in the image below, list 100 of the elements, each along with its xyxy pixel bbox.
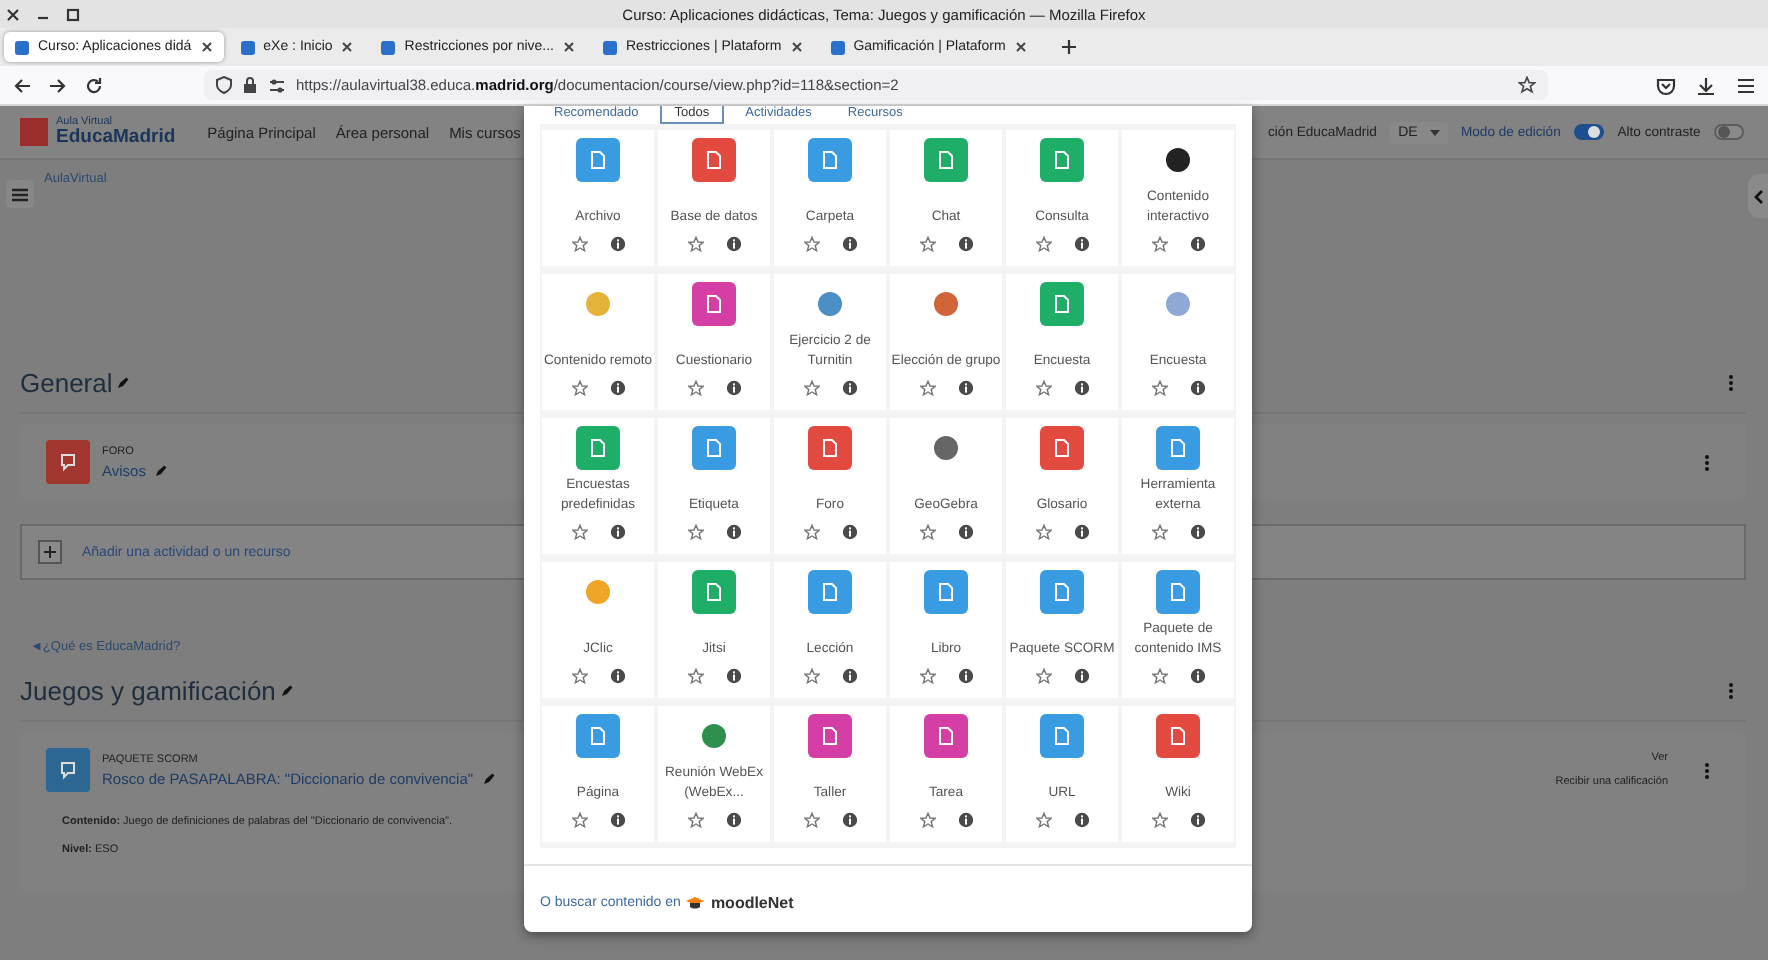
star-icon[interactable] xyxy=(1151,380,1167,396)
download-icon[interactable] xyxy=(1696,75,1716,95)
star-icon[interactable] xyxy=(687,236,703,252)
info-icon[interactable] xyxy=(957,524,973,540)
section-title: General xyxy=(20,367,113,397)
info-icon[interactable] xyxy=(841,668,857,684)
info-icon[interactable] xyxy=(725,812,741,828)
star-icon[interactable] xyxy=(1151,812,1167,828)
info-icon[interactable] xyxy=(609,380,625,396)
info-icon[interactable] xyxy=(1189,812,1205,828)
star-icon[interactable] xyxy=(1035,668,1051,684)
close-icon[interactable] xyxy=(340,40,355,54)
star-icon[interactable] xyxy=(919,380,935,396)
star-icon[interactable] xyxy=(1035,380,1051,396)
star-icon[interactable] xyxy=(571,668,587,684)
star-icon[interactable] xyxy=(803,668,819,684)
sliders-icon[interactable] xyxy=(268,77,286,93)
toggle-switch[interactable] xyxy=(1574,124,1605,140)
info-icon[interactable] xyxy=(725,668,741,684)
pocket-icon[interactable] xyxy=(1656,75,1676,95)
info-icon[interactable] xyxy=(1073,380,1089,396)
plus-icon[interactable] xyxy=(1059,38,1078,56)
pencil-icon[interactable] xyxy=(481,771,496,785)
more-options-icon[interactable] xyxy=(1728,373,1734,391)
star-icon[interactable] xyxy=(687,668,703,684)
info-icon[interactable] xyxy=(1073,668,1089,684)
info-icon[interactable] xyxy=(841,524,857,540)
star-icon[interactable] xyxy=(687,380,703,396)
menu-icon[interactable] xyxy=(1736,75,1756,95)
more-options-icon[interactable] xyxy=(1704,453,1710,471)
pencil-icon[interactable] xyxy=(279,683,294,697)
star-icon[interactable] xyxy=(1151,236,1167,252)
back-arrow-icon[interactable] xyxy=(12,75,32,95)
info-icon[interactable] xyxy=(957,812,973,828)
star-icon[interactable] xyxy=(571,524,587,540)
info-icon[interactable] xyxy=(725,380,741,396)
star-icon[interactable] xyxy=(803,524,819,540)
close-icon[interactable] xyxy=(6,7,20,21)
star-icon[interactable] xyxy=(919,524,935,540)
section-title: Juegos y gamificación xyxy=(20,675,276,705)
close-icon[interactable] xyxy=(1013,40,1028,54)
star-icon[interactable] xyxy=(919,668,935,684)
info-icon[interactable] xyxy=(609,524,625,540)
info-icon[interactable] xyxy=(841,380,857,396)
info-icon[interactable] xyxy=(1189,668,1205,684)
plus-icon xyxy=(38,540,62,564)
moodlenet-link[interactable]: moodleNet xyxy=(710,894,794,912)
drawer-menu-button[interactable] xyxy=(6,180,34,208)
toggle-switch[interactable] xyxy=(1713,124,1744,140)
maximize-icon[interactable] xyxy=(66,7,80,21)
info-icon[interactable] xyxy=(1189,524,1205,540)
star-icon[interactable] xyxy=(687,812,703,828)
star-icon[interactable] xyxy=(1035,524,1051,540)
star-icon[interactable] xyxy=(1035,812,1051,828)
pencil-icon[interactable] xyxy=(116,375,131,389)
star-icon[interactable] xyxy=(1151,524,1167,540)
close-icon[interactable] xyxy=(199,40,214,54)
shield-icon[interactable] xyxy=(216,76,232,94)
page-icon xyxy=(380,39,397,55)
info-icon[interactable] xyxy=(841,236,857,252)
more-options-icon[interactable] xyxy=(1704,761,1710,779)
info-icon[interactable] xyxy=(957,236,973,252)
star-icon[interactable] xyxy=(571,236,587,252)
info-icon[interactable] xyxy=(725,236,741,252)
forward-arrow-icon[interactable] xyxy=(48,75,68,95)
bookmark-star-icon[interactable] xyxy=(1518,76,1536,94)
close-icon[interactable] xyxy=(562,40,576,54)
info-icon[interactable] xyxy=(957,380,973,396)
drawer-toggle-button[interactable] xyxy=(1748,174,1768,218)
page-icon xyxy=(239,39,256,55)
star-icon[interactable] xyxy=(571,380,587,396)
star-icon[interactable] xyxy=(803,812,819,828)
info-icon[interactable] xyxy=(1189,236,1205,252)
star-icon[interactable] xyxy=(919,812,935,828)
page-icon xyxy=(829,39,846,55)
info-icon[interactable] xyxy=(609,236,625,252)
chevron-left-icon xyxy=(1753,189,1763,203)
info-icon[interactable] xyxy=(1073,812,1089,828)
info-icon[interactable] xyxy=(841,812,857,828)
info-icon[interactable] xyxy=(1073,524,1089,540)
star-icon[interactable] xyxy=(919,236,935,252)
star-icon[interactable] xyxy=(1035,236,1051,252)
info-icon[interactable] xyxy=(1189,380,1205,396)
star-icon[interactable] xyxy=(1151,668,1167,684)
more-options-icon[interactable] xyxy=(1728,681,1734,699)
star-icon[interactable] xyxy=(803,380,819,396)
reload-icon[interactable] xyxy=(84,75,104,95)
info-icon[interactable] xyxy=(609,668,625,684)
logo-icon xyxy=(20,118,48,146)
info-icon[interactable] xyxy=(957,668,973,684)
star-icon[interactable] xyxy=(571,812,587,828)
pencil-icon[interactable] xyxy=(153,463,168,477)
info-icon[interactable] xyxy=(1073,236,1089,252)
info-icon[interactable] xyxy=(725,524,741,540)
close-icon[interactable] xyxy=(789,40,804,54)
logo-title: EducaMadrid xyxy=(56,128,176,147)
info-icon[interactable] xyxy=(609,812,625,828)
star-icon[interactable] xyxy=(687,524,703,540)
lock-icon[interactable] xyxy=(242,76,258,94)
star-icon[interactable] xyxy=(803,236,819,252)
